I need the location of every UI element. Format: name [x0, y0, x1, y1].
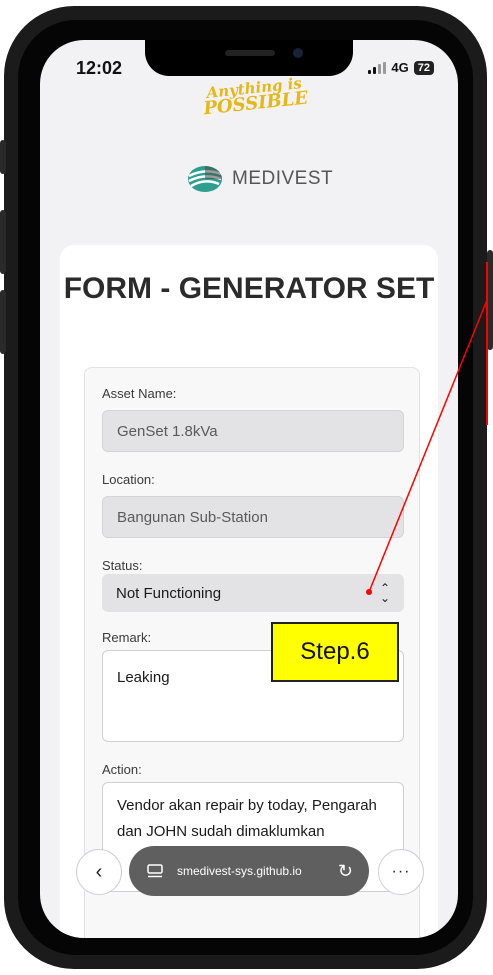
reload-icon[interactable]: ↻ — [338, 861, 353, 882]
address-bar[interactable]: smedivest-sys.github.io ↻ — [129, 846, 369, 896]
volume-down-button — [0, 290, 6, 354]
status-indicators: 4G 72 — [368, 60, 434, 75]
remark-label: Remark: — [102, 630, 152, 645]
slogan-logo: Anything is POSSIBLE — [189, 73, 322, 119]
url-text: smedivest-sys.github.io — [177, 864, 302, 878]
more-button[interactable]: ··· — [378, 849, 424, 895]
tabs-icon — [147, 864, 163, 878]
power-button — [487, 250, 493, 350]
chevron-left-icon: ‹ — [95, 860, 103, 883]
location-label: Location: — [102, 472, 155, 487]
action-label: Action: — [102, 762, 142, 777]
brand-name: MEDIVEST — [232, 168, 334, 189]
brand-logo: MEDIVEST — [186, 164, 333, 194]
status-select-value: Not Functioning — [116, 584, 222, 602]
select-chevron-icon: ⌃ ⌄ — [379, 581, 390, 605]
speaker — [225, 50, 275, 56]
form-card: FORM - GENERATOR SET Asset Name: GenSet … — [60, 245, 438, 938]
asset-name-label: Asset Name: — [102, 386, 177, 401]
battery-icon: 72 — [413, 60, 434, 75]
status-label: Status: — [102, 558, 143, 573]
mute-switch — [0, 140, 6, 174]
notch — [145, 40, 353, 76]
signal-icon — [368, 61, 387, 74]
front-camera — [293, 48, 303, 58]
status-select[interactable]: Not Functioning ⌃ ⌄ — [102, 574, 404, 612]
browser-toolbar: ‹ smedivest-sys.github.io ↻ ··· — [40, 840, 458, 938]
medivest-globe-icon — [188, 166, 222, 192]
asset-name-field: GenSet 1.8kVa — [102, 410, 404, 452]
location-field: Bangunan Sub-Station — [102, 496, 404, 538]
status-time: 12:02 — [76, 58, 123, 78]
network-type: 4G — [391, 60, 409, 75]
phone-screen: 12:02 4G 72 Anything is POSSIBLE MEDIVES… — [40, 40, 458, 938]
back-button[interactable]: ‹ — [76, 849, 122, 895]
more-options-icon: ··· — [391, 863, 411, 880]
step-label: Step.6 — [271, 622, 399, 682]
form-title: FORM - GENERATOR SET — [63, 272, 435, 305]
volume-up-button — [0, 210, 6, 274]
